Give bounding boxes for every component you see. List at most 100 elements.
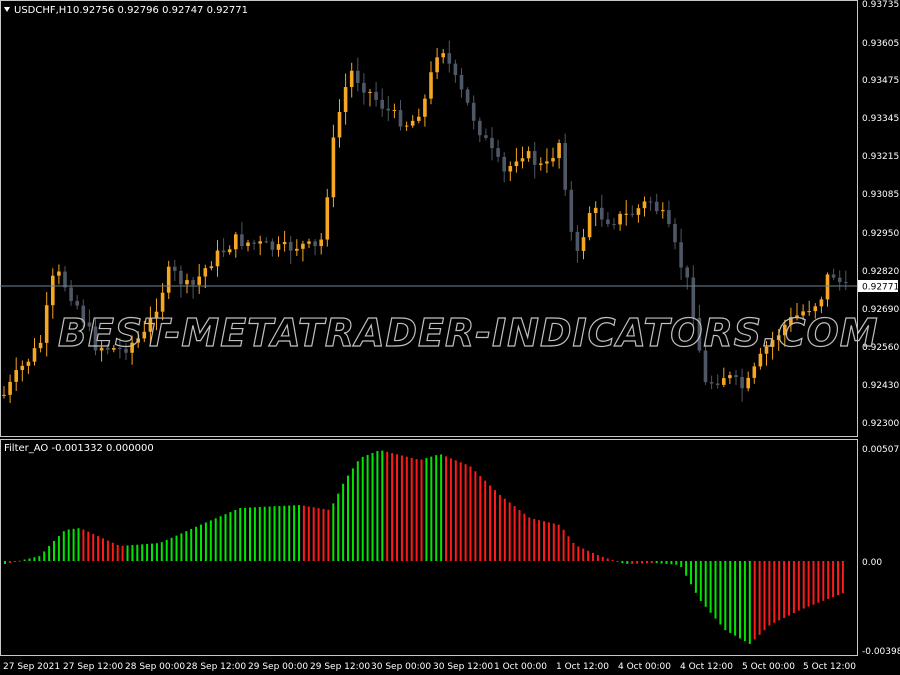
histogram-bar [322,508,325,561]
candle-body [38,342,43,349]
price-label: 0.92950 [862,229,899,239]
histogram-bar [557,524,560,561]
histogram-bar [650,561,653,564]
histogram-bar [636,561,639,564]
histogram-bar [317,508,320,561]
main-chart-frame [0,0,858,437]
price-scale[interactable]: 0.93735 0.93605 0.93475 0.93345 0.93215 … [862,0,899,429]
histogram-bar [547,522,550,561]
histogram-bar [185,531,188,561]
candle-body [679,242,683,268]
candle-body [410,120,415,126]
histogram-bar [253,507,256,561]
candle-body [313,241,317,247]
candle-body [831,274,836,278]
candle-body [63,271,67,288]
histogram-bar [209,520,212,561]
histogram-bar [57,536,60,561]
histogram-bar [366,454,369,561]
histogram-bar [28,558,31,561]
histogram-bar [229,512,232,561]
mt4-chart-window[interactable]: 0.92771 USDCHF,H1 0.92756 0.92796 0.9274… [0,0,900,675]
candle-body [508,166,513,172]
candle-body [14,370,18,382]
candle-body [435,57,439,73]
time-label: 1 Oct 12:00 [556,662,609,672]
candle-body [545,161,549,164]
candle-body [423,98,427,117]
time-axis[interactable]: 27 Sep 2021 27 Sep 12:00 28 Sep 00:00 28… [3,662,856,672]
candle-body [404,125,409,127]
histogram-bar [832,561,835,598]
triangle-down-icon[interactable] [4,7,10,12]
histogram-bar [116,544,119,561]
histogram-bar [778,561,781,621]
time-label: 4 Oct 00:00 [618,662,671,672]
price-label: 0.93735 [862,0,899,10]
chart-canvas[interactable]: 0.92771 USDCHF,H1 0.92756 0.92796 0.9274… [0,0,900,675]
candle-body [618,213,622,225]
candle-body [20,365,25,371]
histogram-bar [822,561,825,601]
time-label: 28 Sep 12:00 [186,662,246,672]
histogram-bar [827,561,830,599]
candle-body [307,241,311,244]
candle-body [32,348,37,362]
candle-body [532,151,537,165]
indicator-scale[interactable]: 0.005071 0.00 -0.003986 [862,445,900,657]
histogram-bar [719,561,722,625]
histogram-bar [753,561,756,640]
histogram-bar [562,529,565,561]
histogram-bar [13,561,16,562]
histogram-layer [4,450,844,644]
histogram-bar [263,506,266,561]
histogram-bar [396,454,398,561]
histogram-bar [278,506,281,561]
histogram-bar [33,557,36,561]
candle-body [441,53,445,58]
candle-body [258,241,262,244]
histogram-bar [729,561,732,633]
histogram-bar [136,544,139,561]
candle-body [471,102,476,121]
candle-body [221,250,226,253]
histogram-bar [807,561,810,607]
candle-body [758,353,763,367]
histogram-bar [758,561,761,635]
candle-body [630,213,635,215]
histogram-bar [543,521,545,561]
candle-body [295,248,299,251]
histogram-bar [724,561,727,631]
histogram-bar [592,552,594,561]
histogram-bar [219,516,222,561]
candle-body [215,250,220,267]
candle-body [246,242,250,247]
candle-body [227,249,232,253]
histogram-bar [503,498,506,561]
candle-body [478,120,482,136]
histogram-bar [748,561,751,644]
histogram-bar [381,450,384,561]
time-label: 30 Sep 00:00 [371,662,431,672]
histogram-bar [445,456,447,561]
indicator-name: Filter_AO -0.001332 0.000000 [4,443,154,454]
histogram-bar [342,483,345,561]
histogram-bar [469,466,472,561]
histogram-bar [665,561,668,564]
candle-body [490,137,494,149]
histogram-bar [606,558,609,561]
indicator-scale-label: -0.003986 [862,647,900,657]
candle-body [654,201,659,212]
histogram-bar [621,561,624,564]
candle-body [160,292,165,312]
histogram-bar [273,506,276,561]
candle-body [740,377,744,389]
histogram-bar [141,544,144,561]
time-label: 29 Sep 12:00 [310,662,370,672]
histogram-bar [170,537,173,561]
watermark: BEST-METATRADER-INDICATORS.COM [58,311,879,355]
candle-body [722,378,726,385]
histogram-bar [670,561,673,565]
price-label: 0.92820 [862,267,899,277]
time-label: 5 Oct 00:00 [742,662,795,672]
